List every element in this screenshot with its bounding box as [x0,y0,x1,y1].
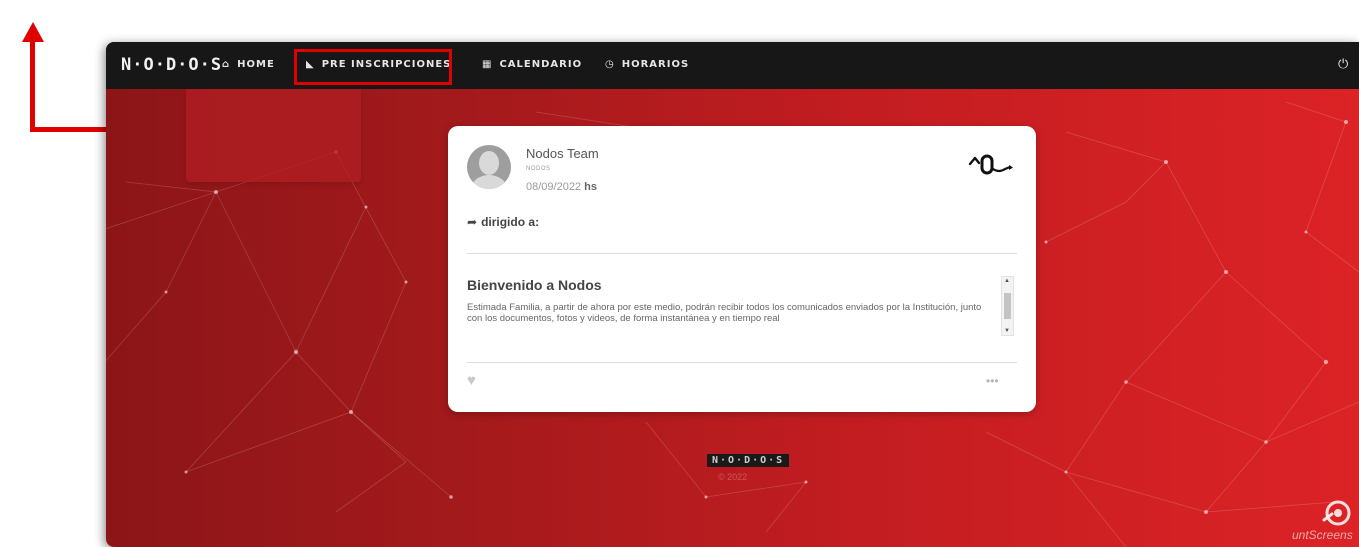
scroll-thumb[interactable] [1004,293,1011,319]
post-scrollbar[interactable]: ▲ ▼ [1001,276,1014,336]
nav-item-home[interactable]: ⌂ HOME [222,59,275,70]
post-date-suffix: hs [584,181,597,193]
annotation-arrowhead [22,22,44,42]
nav-item-label: HOME [237,59,275,70]
divider [467,253,1017,254]
post-title: Bienvenido a Nodos [467,277,602,293]
scroll-up-icon[interactable]: ▲ [1004,278,1010,284]
post-card: Nodos Team NODOS 08/09/2022 hs ➦ dirigido… [448,126,1036,412]
post-body: Estimada Familia, a partir de ahora por … [467,302,982,324]
watermark-text: untScreens [1292,528,1353,542]
nav-item-label: HORARIOS [621,59,690,70]
footer-copyright: © 2022 [718,472,748,482]
dropdown-menu [186,89,361,182]
top-navbar: N·O·D·O·S ⌂ HOME ◣ PRE INSCRIPCIONES ▦ CALE… [106,42,1359,89]
post-date-value: 08/09/2022 [526,181,582,193]
author-subtitle: NODOS [526,166,551,172]
dirigido-text: dirigido a: [481,215,540,229]
avatar [467,145,511,189]
post-date: 08/09/2022 hs [526,181,597,193]
home-icon: ⌂ [222,59,231,70]
author-name: Nodos Team [526,146,599,161]
dirigido-label: ➦ dirigido a: [467,215,539,229]
watermark-eye-icon [1322,500,1351,526]
annotation-arrow-shaft [30,40,35,132]
clock-icon: ◷ [605,59,615,70]
share-icon: ➦ [467,215,478,229]
nav-item-horarios[interactable]: ◷ HORARIOS [605,59,689,70]
more-options-icon[interactable]: ••• [986,374,999,388]
scroll-down-icon[interactable]: ▼ [1004,328,1010,334]
nodos-logo-icon [968,154,1013,175]
annotation-highlight-box [294,49,452,85]
heart-icon[interactable]: ♥ [467,372,476,389]
footer-logo: N·O·D·O·S [707,454,790,467]
calendar-icon: ▦ [482,59,493,70]
brand-logo[interactable]: N·O·D·O·S [121,55,222,75]
nav-item-calendario[interactable]: ▦ CALENDARIO [482,59,582,70]
tutorial-screenshot: N·O·D·O·S ⌂ HOME ◣ PRE INSCRIPCIONES ▦ CALE… [0,0,1359,547]
app-window: N·O·D·O·S ⌂ HOME ◣ PRE INSCRIPCIONES ▦ CALE… [106,42,1359,547]
nav-item-label: CALENDARIO [499,59,583,70]
divider [467,362,1017,363]
power-icon[interactable]: ⏻ [1338,56,1348,72]
